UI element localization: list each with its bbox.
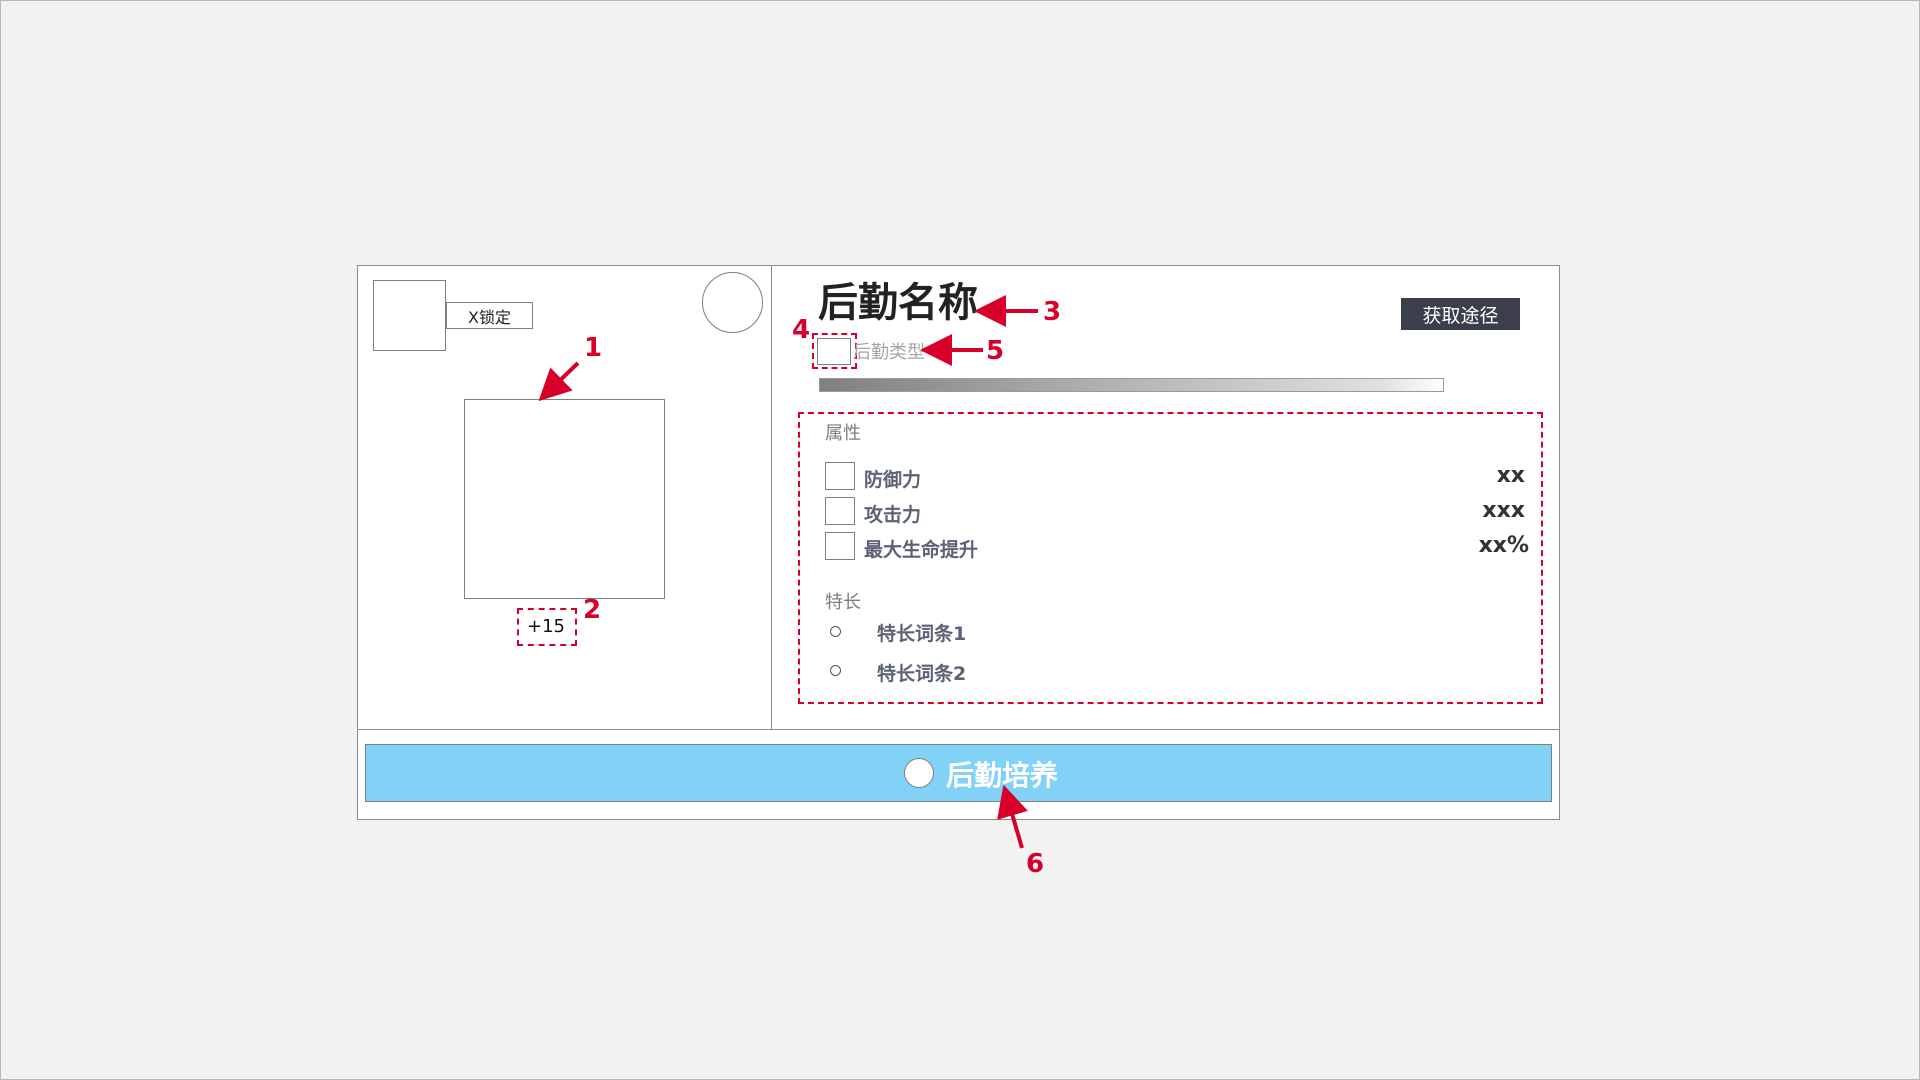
annotation-number-2: 2 — [583, 595, 602, 625]
annotation-number-4: 4 — [792, 315, 811, 345]
annotation-number-3: 3 — [1043, 297, 1062, 327]
annotation-number-1: 1 — [584, 333, 603, 363]
annotation-arrow-1 — [538, 361, 580, 402]
annotation-arrows — [538, 295, 1038, 849]
annotation-number-5: 5 — [986, 336, 1005, 366]
annotation-number-6: 6 — [1026, 849, 1045, 879]
annotation-arrow-6 — [997, 784, 1028, 849]
